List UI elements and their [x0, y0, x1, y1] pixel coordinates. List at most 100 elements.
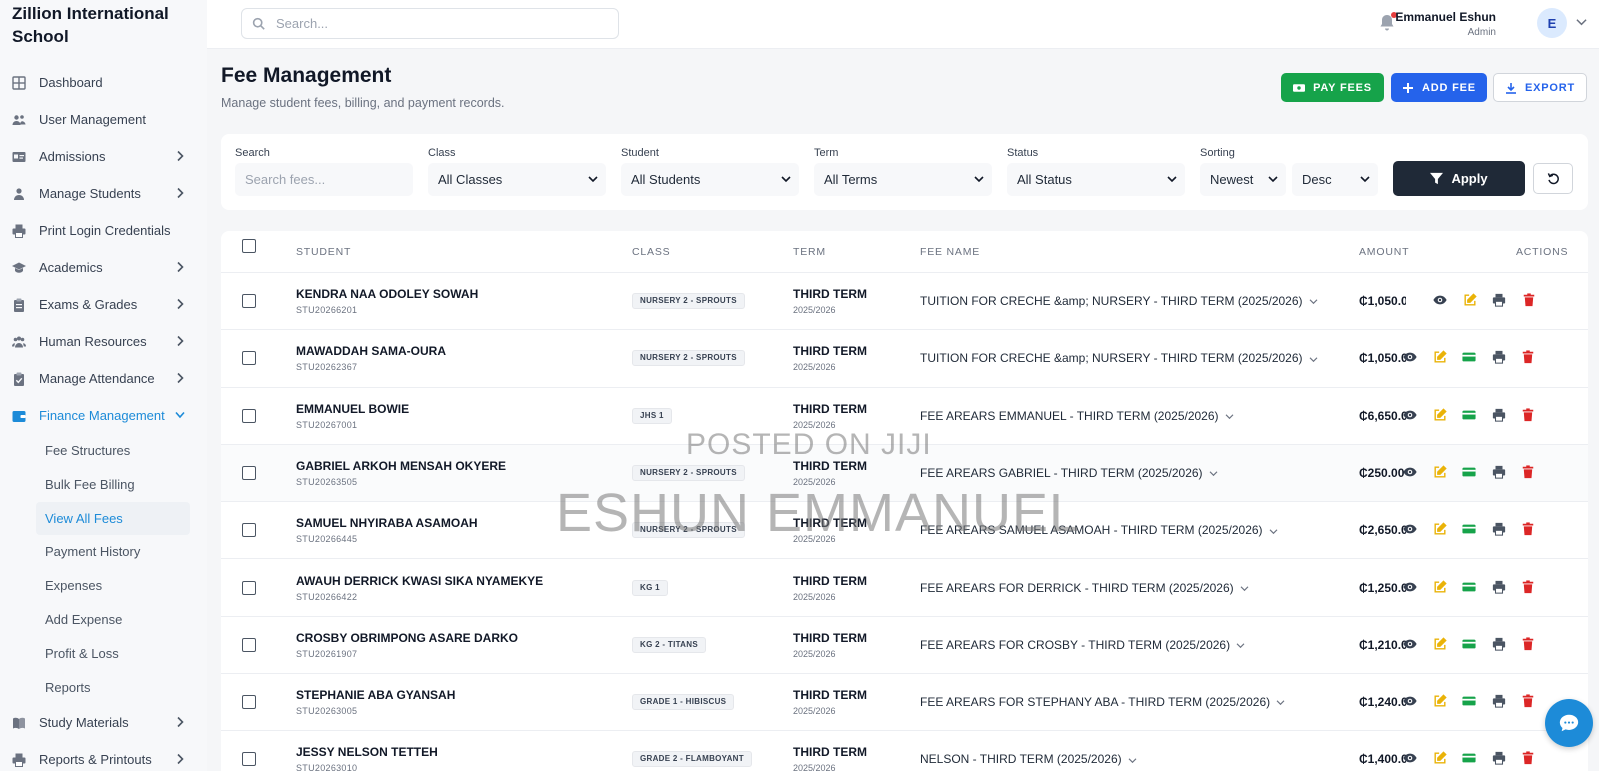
credit-card-icon[interactable] [1461, 750, 1477, 766]
row-checkbox[interactable] [242, 465, 256, 480]
edit-icon[interactable] [1432, 579, 1448, 595]
pay-fees-button[interactable]: PAY FEES [1281, 73, 1384, 102]
table-row[interactable]: AWAUH DERRICK KWASI SIKA NYAMEKYE STU2026… [221, 560, 1588, 617]
table-row[interactable]: SAMUEL NHYIRABA ASAMOAH STU20266445 NURSER… [221, 502, 1588, 560]
sidebar-item-academics[interactable]: Academics [0, 249, 207, 286]
apply-filters-button[interactable]: Apply [1393, 161, 1525, 196]
submenu-item-bulk-fee-billing[interactable]: Bulk Fee Billing [0, 468, 207, 502]
printer-icon[interactable] [1491, 292, 1507, 308]
export-button[interactable]: EXPORT [1493, 73, 1587, 102]
row-checkbox[interactable] [242, 523, 256, 538]
edit-icon[interactable] [1462, 292, 1478, 308]
student-select[interactable]: All Students [621, 163, 799, 196]
submenu-item-add-expense[interactable]: Add Expense [0, 603, 207, 637]
trash-icon[interactable] [1520, 464, 1536, 480]
trash-icon[interactable] [1520, 579, 1536, 595]
fee-name-toggle[interactable]: TUITION FOR CRECHE &amp; NURSERY - THIRD… [920, 351, 1318, 365]
avatar[interactable]: E [1537, 8, 1567, 38]
eye-icon[interactable] [1402, 750, 1418, 766]
edit-icon[interactable] [1432, 693, 1448, 709]
printer-icon[interactable] [1491, 464, 1507, 480]
row-checkbox[interactable] [242, 294, 256, 308]
trash-icon[interactable] [1520, 407, 1536, 423]
sidebar-item-reports-and-printouts[interactable]: Reports & Printouts [0, 741, 207, 771]
edit-icon[interactable] [1432, 349, 1448, 365]
fee-name-toggle[interactable]: TUITION FOR CRECHE &amp; NURSERY - THIRD… [920, 294, 1318, 308]
printer-icon[interactable] [1491, 349, 1507, 365]
credit-card-icon[interactable] [1461, 407, 1477, 423]
search-fees-input[interactable]: Search fees... [235, 163, 413, 196]
trash-icon[interactable] [1520, 636, 1536, 652]
fee-name-toggle[interactable]: FEE AREARS FOR DERRICK - THIRD TERM (202… [920, 581, 1249, 595]
submenu-item-fee-structures[interactable]: Fee Structures [0, 434, 207, 468]
eye-icon[interactable] [1402, 636, 1418, 652]
credit-card-icon[interactable] [1461, 579, 1477, 595]
chevron-down-icon[interactable] [1576, 18, 1587, 26]
row-checkbox[interactable] [242, 580, 256, 595]
submenu-item-payment-history[interactable]: Payment History [0, 535, 207, 569]
sidebar-item-human-resources[interactable]: Human Resources [0, 323, 207, 360]
eye-icon[interactable] [1402, 407, 1418, 423]
table-row[interactable]: MAWADDAH SAMA-OURA STU20262367 NURSERY 2 -… [221, 330, 1588, 388]
sidebar-item-manage-attendance[interactable]: Manage Attendance [0, 360, 207, 397]
trash-icon[interactable] [1520, 693, 1536, 709]
global-search-input[interactable] [276, 16, 606, 31]
fee-name-toggle[interactable]: FEE AREARS GABRIEL - THIRD TERM (2025/20… [920, 466, 1218, 480]
printer-icon[interactable] [1491, 693, 1507, 709]
table-row[interactable]: KENDRA NAA ODOLEY SOWAH STU20266201 NURSER… [221, 273, 1588, 331]
school-name[interactable]: Zillion International School [0, 0, 207, 64]
credit-card-icon[interactable] [1461, 349, 1477, 365]
eye-icon[interactable] [1402, 464, 1418, 480]
credit-card-icon[interactable] [1461, 636, 1477, 652]
row-checkbox[interactable] [242, 408, 256, 423]
eye-icon[interactable] [1402, 579, 1418, 595]
edit-icon[interactable] [1432, 407, 1448, 423]
printer-icon[interactable] [1491, 636, 1507, 652]
credit-card-icon[interactable] [1461, 521, 1477, 537]
table-row[interactable]: JESSY NELSON TETTEH STU20263010 GRADE 2 - … [221, 731, 1588, 771]
row-checkbox[interactable] [242, 752, 256, 767]
printer-icon[interactable] [1491, 407, 1507, 423]
reset-filters-button[interactable] [1533, 163, 1573, 194]
eye-icon[interactable] [1402, 693, 1418, 709]
chat-button[interactable] [1545, 699, 1593, 747]
sidebar-item-manage-students[interactable]: Manage Students [0, 175, 207, 212]
trash-icon[interactable] [1520, 750, 1536, 766]
printer-icon[interactable] [1491, 521, 1507, 537]
edit-icon[interactable] [1432, 464, 1448, 480]
fee-name-toggle[interactable]: NELSON - THIRD TERM (2025/2026) [920, 752, 1137, 766]
sidebar-item-print-login-credentials[interactable]: Print Login Credentials [0, 212, 207, 249]
table-row[interactable]: GABRIEL ARKOH MENSAH OKYERE STU20263505 NU… [221, 444, 1588, 503]
table-row[interactable]: EMMANUEL BOWIE STU20267001 JHS 1 THIRD TERM… [221, 388, 1588, 445]
sidebar-item-admissions[interactable]: Admissions [0, 138, 207, 175]
status-select[interactable]: All Status [1007, 163, 1185, 196]
row-checkbox[interactable] [242, 351, 256, 366]
add-fee-button[interactable]: ADD FEE [1391, 73, 1487, 102]
sidebar-item-exams-and-grades[interactable]: Exams & Grades [0, 286, 207, 323]
fee-name-toggle[interactable]: FEE AREARS EMMANUEL - THIRD TERM (2025/2… [920, 409, 1234, 423]
global-search[interactable] [241, 8, 619, 39]
trash-icon[interactable] [1520, 349, 1536, 365]
credit-card-icon[interactable] [1461, 464, 1477, 480]
sidebar-item-user-management[interactable]: User Management [0, 101, 207, 138]
submenu-item-profit-and-loss[interactable]: Profit & Loss [0, 637, 207, 671]
row-checkbox[interactable] [242, 695, 256, 710]
eye-icon[interactable] [1432, 292, 1448, 308]
printer-icon[interactable] [1491, 579, 1507, 595]
eye-icon[interactable] [1402, 349, 1418, 365]
fee-name-toggle[interactable]: FEE AREARS FOR CROSBY - THIRD TERM (2025… [920, 638, 1245, 652]
trash-icon[interactable] [1520, 521, 1536, 537]
fee-name-toggle[interactable]: FEE AREARS SAMUEL ASAMOAH - THIRD TERM (… [920, 523, 1278, 537]
submenu-item-reports[interactable]: Reports [0, 671, 207, 705]
table-row[interactable]: STEPHANIE ABA GYANSAH STU20263005 GRADE 1 … [221, 674, 1588, 732]
select-all-checkbox[interactable] [242, 239, 256, 253]
notification-bell-icon[interactable] [1379, 12, 1397, 32]
credit-card-icon[interactable] [1461, 693, 1477, 709]
sort-by-select[interactable]: Newest [1200, 163, 1286, 196]
submenu-item-expenses[interactable]: Expenses [0, 569, 207, 603]
table-row[interactable]: CROSBY OBRIMPONG ASARE DARKO STU20261907 K… [221, 617, 1588, 675]
sidebar-item-finance-management[interactable]: Finance Management [0, 397, 207, 434]
edit-icon[interactable] [1432, 521, 1448, 537]
sidebar-item-dashboard[interactable]: Dashboard [0, 64, 207, 101]
submenu-item-view-all-fees[interactable]: View All Fees [36, 501, 190, 536]
